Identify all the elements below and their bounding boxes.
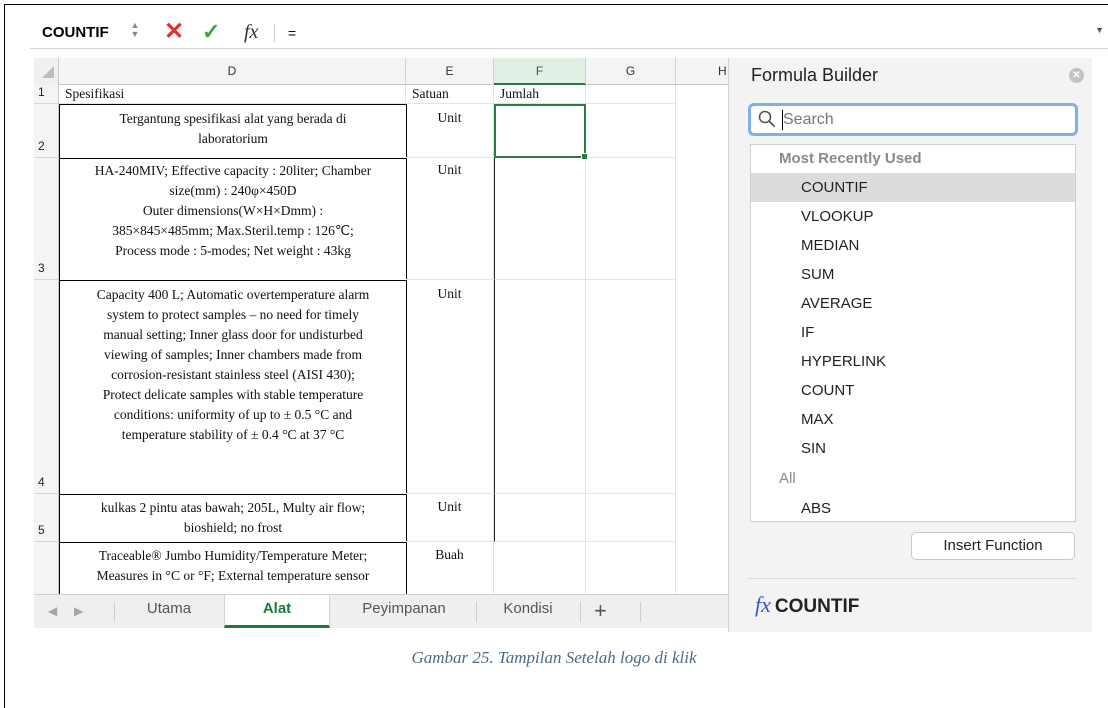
cell-d5[interactable]: kulkas 2 pintu atas bawah; 205L, Multy a… [59,494,407,543]
formula-bar: COUNTIF ▲ ▼ ✕ ✓ fx = ▼ [30,17,1108,49]
prev-sheet-icon[interactable]: ◀ [48,604,57,618]
formula-bar-divider [274,24,275,42]
function-item[interactable]: IF [751,318,1075,347]
function-item[interactable]: SUM [751,260,1075,289]
formula-input[interactable]: = [288,22,296,44]
row-header-3[interactable]: 3 [34,158,59,280]
name-box-dropdown-icon[interactable]: ▲ ▼ [130,21,140,43]
column-header-h[interactable]: H [676,58,728,85]
cell-d4[interactable]: Capacity 400 L; Automatic overtemperatur… [59,280,407,495]
cell-f4[interactable] [494,280,586,494]
next-sheet-icon[interactable]: ▶ [74,604,83,618]
formula-builder-panel: Formula Builder ✕ Most Recently Used COU… [728,58,1092,632]
panel-divider [747,578,1077,579]
selected-cell-f2[interactable] [494,104,588,160]
insert-function-button[interactable]: Insert Function [911,532,1075,560]
cell-f6[interactable] [494,542,586,594]
cell-g3[interactable] [586,158,676,280]
fill-handle[interactable] [581,153,588,160]
section-header-all: All [779,470,796,487]
sheet-tab-peyimpanan[interactable]: Peyimpanan [334,595,474,628]
sheet-tab-utama[interactable]: Utama [114,595,224,628]
sheet-tab-alat[interactable]: Alat [224,595,330,628]
column-header-e[interactable]: E [406,58,494,85]
row-header-5[interactable]: 5 [34,494,59,542]
cell-f1[interactable]: Jumlah [494,85,586,104]
frame-border-left [4,4,5,708]
fx-icon: fx [755,592,771,617]
figure-caption: Gambar 25. Tampilan Setelah logo di klik [411,648,697,667]
expand-formula-bar-icon[interactable]: ▼ [1095,25,1104,35]
name-box[interactable]: COUNTIF [42,22,109,44]
cell-d3[interactable]: HA-240MIV; Effective capacity : 20liter;… [59,158,407,281]
cell-d1[interactable]: Spesifikasi [59,85,406,104]
accept-icon[interactable]: ✓ [202,18,220,46]
cell-e4[interactable]: Unit [406,280,494,494]
search-box[interactable] [748,103,1078,136]
add-sheet-icon[interactable]: + [594,597,607,625]
cell-f3[interactable] [494,158,586,280]
column-header-d[interactable]: D [59,58,406,85]
column-header-g[interactable]: G [586,58,676,85]
cell-e1[interactable]: Satuan [406,85,494,104]
function-item[interactable]: MEDIAN [751,231,1075,260]
selected-function-name: COUNTIF [774,596,860,617]
row-header-1[interactable]: 1 [34,85,59,104]
cell-e3[interactable]: Unit [406,158,494,280]
function-list[interactable]: Most Recently Used COUNTIF VLOOKUP MEDIA… [750,144,1076,522]
row-header-2[interactable]: 2 [34,104,59,158]
cell-g5[interactable] [586,494,676,542]
column-header-f[interactable]: F [494,58,586,85]
row-header-4[interactable]: 4 [34,280,59,494]
cell-f5[interactable] [494,494,586,542]
cell-d6[interactable]: Traceable® Jumbo Humidity/Temperature Me… [59,542,407,594]
sheet-tab-bar: ◀ ▶ Utama Alat Peyimpanan Kondisi + [34,594,728,628]
cell-g1[interactable] [586,85,676,104]
cell-g2[interactable] [586,104,676,158]
function-item[interactable]: VLOOKUP [751,202,1075,231]
cancel-icon[interactable]: ✕ [164,18,184,46]
function-item[interactable]: SIN [751,434,1075,463]
function-item[interactable]: COUNT [751,376,1075,405]
tab-separator [640,602,641,622]
column-headers: D E F G H [34,58,728,85]
search-icon [758,110,775,127]
cell-e6[interactable]: Buah [406,542,494,594]
row-header-6[interactable] [34,542,59,594]
section-header-recent: Most Recently Used [779,150,922,167]
spreadsheet-grid[interactable]: D E F G H 1 Spesifikasi Satuan Jumlah 2 … [34,58,728,594]
frame-border-top [4,4,1108,5]
function-item[interactable]: AVERAGE [751,289,1075,318]
function-item[interactable]: MAX [751,405,1075,434]
function-item[interactable]: HYPERLINK [751,347,1075,376]
tab-separator [580,602,581,622]
search-input[interactable] [783,108,1063,132]
fx-icon[interactable]: fx [244,20,258,44]
panel-title: Formula Builder [751,65,879,85]
cell-g4[interactable] [586,280,676,494]
close-icon[interactable]: ✕ [1069,68,1084,83]
screenshot-frame: COUNTIF ▲ ▼ ✕ ✓ fx = ▼ D E F G H 1 Spesif… [0,0,1108,708]
sheet-tab-kondisi[interactable]: Kondisi [476,595,580,628]
select-all-icon [42,66,54,78]
function-item[interactable]: COUNTIF [751,173,1075,202]
selected-function-footer: fx COUNTIF [755,590,859,620]
cell-g6[interactable] [586,542,676,594]
select-all-corner[interactable] [34,58,59,85]
cell-d2[interactable]: Tergantung spesifikasi alat yang berada … [59,104,407,159]
cell-e5[interactable]: Unit [406,494,494,542]
function-item[interactable]: ABS [751,494,1075,521]
cell-e2[interactable]: Unit [406,104,494,158]
